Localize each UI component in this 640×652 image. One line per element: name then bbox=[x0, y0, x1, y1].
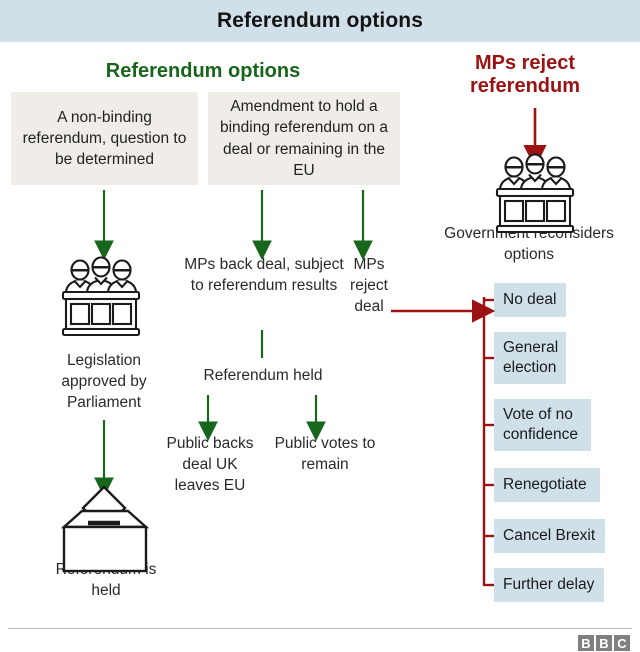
option-box-cancel-brexit[interactable]: Cancel Brexit bbox=[494, 519, 605, 553]
section-heading-referendum-options: Referendum options bbox=[105, 60, 301, 82]
caption-public-votes-remain: Public votes to remain bbox=[274, 435, 376, 473]
bbc-logo: B B C bbox=[578, 635, 630, 651]
caption-referendum-is-held: Referendum is held bbox=[55, 561, 157, 599]
options-bracket-connector bbox=[482, 297, 494, 587]
box-amendment-binding-referendum: Amendment to hold a binding referendum o… bbox=[208, 92, 400, 185]
caption-mps-back-deal: MPs back deal, subject to referendum res… bbox=[184, 256, 344, 294]
caption-government-reconsiders: Government reconsiders options bbox=[444, 225, 614, 263]
infographic-root: Referendum options Referendum options MP… bbox=[0, 0, 640, 652]
caption-referendum-held: Referendum held bbox=[203, 367, 323, 384]
box-non-binding-referendum: A non-binding referendum, question to be… bbox=[11, 92, 198, 185]
option-box-further-delay[interactable]: Further delay bbox=[494, 568, 604, 602]
caption-mps-reject-deal: MPs reject deal bbox=[350, 256, 388, 315]
parliament-bench-icon bbox=[61, 256, 141, 337]
footer-divider bbox=[8, 628, 632, 629]
section-heading-mps-reject-referendum: MPs reject referendum bbox=[469, 52, 581, 97]
page-title: Referendum options bbox=[217, 9, 423, 32]
bbc-logo-block-3: C bbox=[614, 635, 630, 651]
bbc-logo-block-2: B bbox=[596, 635, 612, 651]
parliament-bench-icon bbox=[495, 153, 575, 234]
ballot-box-icon bbox=[60, 485, 150, 573]
caption-public-backs-deal: Public backs deal UK leaves EU bbox=[166, 435, 254, 494]
option-box-no-deal[interactable]: No deal bbox=[494, 283, 566, 317]
option-box-general-election[interactable]: General election bbox=[494, 332, 566, 384]
option-box-renegotiate[interactable]: Renegotiate bbox=[494, 468, 600, 502]
bbc-logo-block-1: B bbox=[578, 635, 594, 651]
option-box-vote-of-no-confidence[interactable]: Vote of no confidence bbox=[494, 399, 591, 451]
caption-legislation-approved: Legislation approved by Parliament bbox=[61, 352, 147, 411]
